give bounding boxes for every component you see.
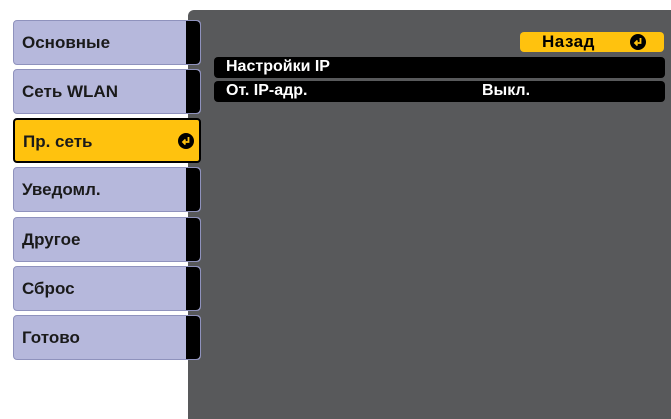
sidebar-item-other[interactable]: Другое <box>13 217 201 262</box>
sidebar-item-label: Сеть WLAN <box>22 82 118 101</box>
sidebar-item-edge <box>186 21 200 64</box>
enter-icon <box>178 133 194 149</box>
setting-label: От. IP-адр. <box>226 82 308 99</box>
sidebar-item-edge <box>186 218 200 261</box>
sidebar-item-edge <box>186 70 200 113</box>
sidebar-item-basic[interactable]: Основные <box>13 20 201 65</box>
sidebar-item-done[interactable]: Готово <box>13 315 201 360</box>
sidebar-item-edge <box>186 267 200 310</box>
sidebar-item-reset[interactable]: Сброс <box>13 266 201 311</box>
sidebar-item-edge <box>186 168 200 211</box>
sidebar-item-wired-network[interactable]: Пр. сеть <box>13 118 201 163</box>
sidebar-item-label: Готово <box>22 328 80 347</box>
setting-row-ip-display[interactable]: От. IP-адр. Выкл. <box>214 81 665 102</box>
sidebar-item-label: Другое <box>22 230 81 249</box>
setting-value: Выкл. <box>482 82 531 99</box>
sidebar-item-notifications[interactable]: Уведомл. <box>13 167 201 212</box>
setting-label: Настройки IP <box>226 58 330 75</box>
sidebar-item-label: Пр. сеть <box>23 132 93 151</box>
sidebar-item-edge <box>186 316 200 359</box>
back-button[interactable]: Назад <box>520 32 664 52</box>
sidebar-item-label: Уведомл. <box>22 180 101 199</box>
sidebar-item-label: Основные <box>22 33 111 52</box>
sidebar-item-label: Сброс <box>22 279 75 298</box>
back-button-label: Назад <box>542 32 595 51</box>
setting-row-ip-settings[interactable]: Настройки IP <box>214 57 665 78</box>
enter-icon <box>630 34 646 50</box>
sidebar-item-wlan[interactable]: Сеть WLAN <box>13 69 201 114</box>
